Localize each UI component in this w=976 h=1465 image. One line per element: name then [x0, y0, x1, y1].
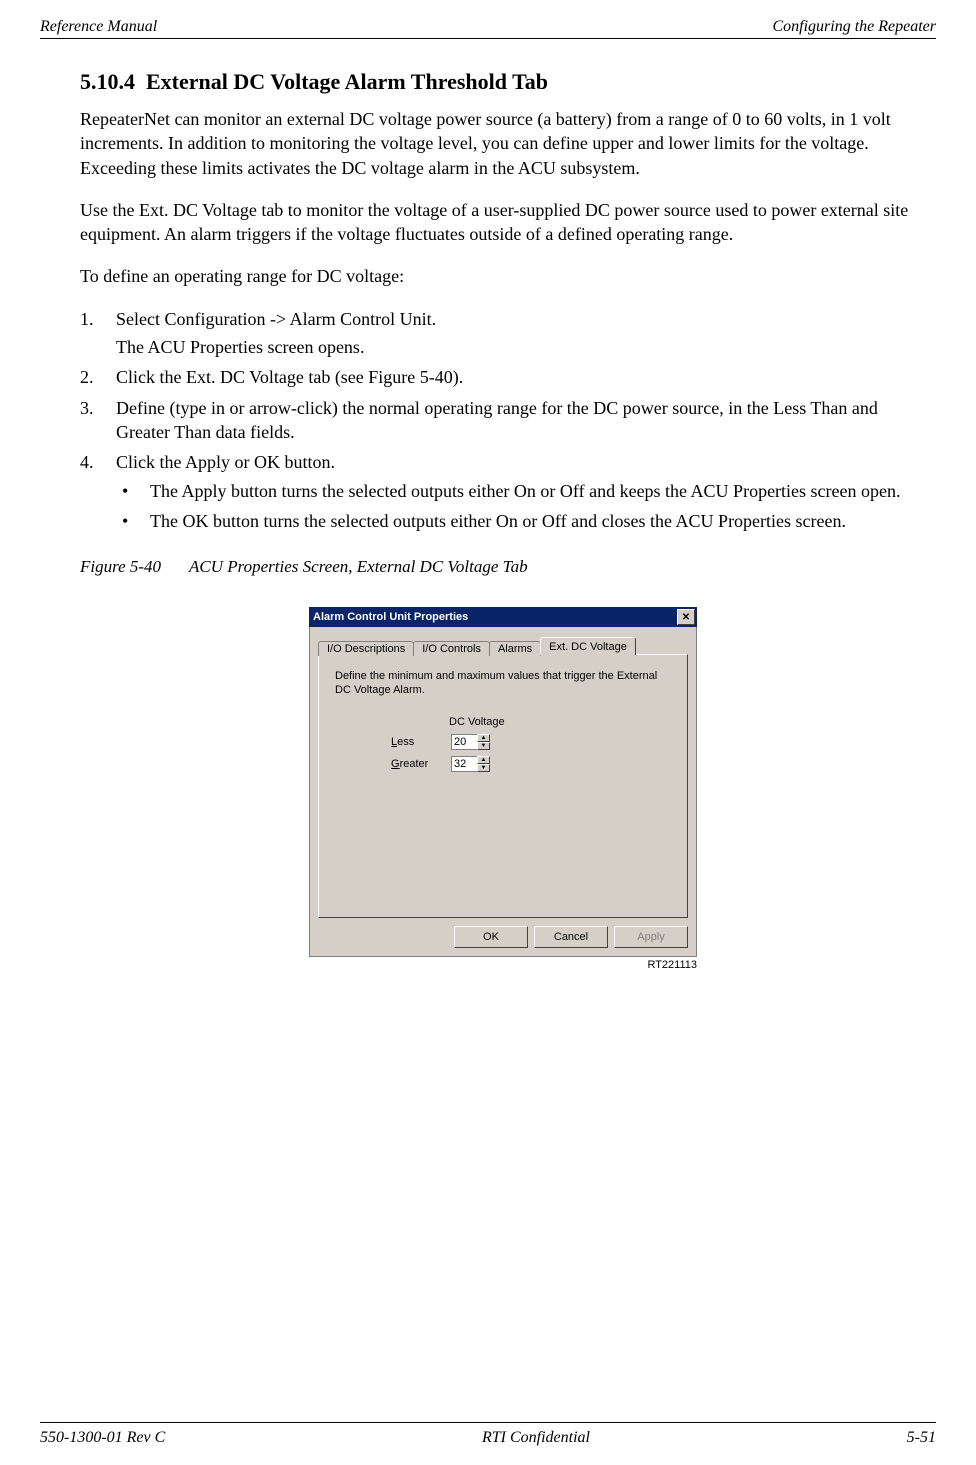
footer-left: 550-1300-01 Rev C	[40, 1429, 165, 1447]
tab-alarms[interactable]: Alarms	[489, 641, 541, 656]
less-spin-down[interactable]: ▼	[477, 742, 490, 750]
ordered-steps: 1. Select Configuration -> Alarm Control…	[80, 307, 926, 539]
less-row: Less ▲ ▼	[335, 734, 671, 750]
page-header: Reference Manual Configuring the Repeate…	[40, 18, 936, 36]
section-number: 5.10.4	[80, 69, 135, 94]
chevron-up-icon: ▲	[481, 757, 487, 763]
paragraph-2: Use the Ext. DC Voltage tab to monitor t…	[80, 198, 926, 247]
tab-panel-ext-dc-voltage: Define the minimum and maximum values th…	[318, 654, 688, 918]
step-1-text: Select Configuration -> Alarm Control Un…	[116, 309, 436, 329]
less-label: Less	[391, 736, 451, 748]
bullet-1: • The Apply button turns the selected ou…	[116, 479, 926, 503]
bullet-1-text: The Apply button turns the selected outp…	[150, 479, 901, 503]
header-rule	[40, 38, 936, 39]
greater-label: Greater	[391, 758, 451, 770]
less-input[interactable]	[451, 734, 477, 750]
tab-ext-dc-voltage[interactable]: Ext. DC Voltage	[540, 637, 636, 655]
step-1: 1. Select Configuration -> Alarm Control…	[80, 307, 926, 360]
greater-spinner: ▲ ▼	[451, 756, 490, 772]
paragraph-3: To define an operating range for DC volt…	[80, 264, 926, 288]
step-2-text: Click the Ext. DC Voltage tab (see Figur…	[116, 365, 926, 389]
bullet-2: • The OK button turns the selected outpu…	[116, 509, 926, 533]
greater-row: Greater ▲ ▼	[335, 756, 671, 772]
less-spin-up[interactable]: ▲	[477, 734, 490, 742]
figure-title: ACU Properties Screen, External DC Volta…	[189, 557, 528, 576]
header-left: Reference Manual	[40, 18, 157, 36]
chevron-down-icon: ▼	[481, 743, 487, 749]
step-4: 4. Click the Apply or OK button. • The A…	[80, 450, 926, 539]
chevron-up-icon: ▲	[481, 735, 487, 741]
figure-ref: Figure 5-40	[80, 557, 161, 577]
dialog-title: Alarm Control Unit Properties	[313, 611, 468, 623]
panel-description: Define the minimum and maximum values th…	[335, 669, 671, 698]
section-heading: 5.10.4 External DC Voltage Alarm Thresho…	[80, 69, 926, 95]
cancel-button[interactable]: Cancel	[534, 926, 608, 948]
chevron-down-icon: ▼	[481, 765, 487, 771]
footer-right: 5-51	[907, 1429, 936, 1447]
dialog-buttons: OK Cancel Apply	[318, 926, 688, 948]
close-button[interactable]: ✕	[677, 609, 695, 625]
less-spinner: ▲ ▼	[451, 734, 490, 750]
section-title: External DC Voltage Alarm Threshold Tab	[146, 69, 548, 94]
tab-strip: I/O Descriptions I/O Controls Alarms Ext…	[318, 633, 688, 654]
dialog-body: I/O Descriptions I/O Controls Alarms Ext…	[309, 627, 697, 957]
tab-io-descriptions[interactable]: I/O Descriptions	[318, 641, 414, 656]
close-icon: ✕	[682, 612, 690, 623]
step-3-text: Define (type in or arrow-click) the norm…	[116, 396, 926, 445]
step-2: 2. Click the Ext. DC Voltage tab (see Fi…	[80, 365, 926, 389]
greater-input[interactable]	[451, 756, 477, 772]
apply-button[interactable]: Apply	[614, 926, 688, 948]
image-reference: RT221113	[309, 959, 697, 971]
figure-caption: Figure 5-40 ACU Properties Screen, Exter…	[80, 557, 926, 577]
step-3: 3. Define (type in or arrow-click) the n…	[80, 396, 926, 445]
footer-rule	[40, 1422, 936, 1423]
dialog-titlebar: Alarm Control Unit Properties ✕	[309, 607, 697, 627]
page-footer: 550-1300-01 Rev C RTI Confidential 5-51	[40, 1422, 936, 1447]
step-4-text: Click the Apply or OK button.	[116, 452, 335, 472]
footer-center: RTI Confidential	[482, 1429, 590, 1447]
tab-io-controls[interactable]: I/O Controls	[413, 641, 490, 656]
step-1-sub: The ACU Properties screen opens.	[116, 335, 926, 359]
greater-spin-up[interactable]: ▲	[477, 756, 490, 764]
paragraph-1: RepeaterNet can monitor an external DC v…	[80, 107, 926, 180]
bullet-2-text: The OK button turns the selected outputs…	[150, 509, 846, 533]
greater-spin-down[interactable]: ▼	[477, 764, 490, 772]
column-heading: DC Voltage	[449, 716, 671, 728]
ok-button[interactable]: OK	[454, 926, 528, 948]
dialog-screenshot: Alarm Control Unit Properties ✕ I/O Desc…	[309, 607, 697, 971]
header-right: Configuring the Repeater	[772, 18, 936, 36]
